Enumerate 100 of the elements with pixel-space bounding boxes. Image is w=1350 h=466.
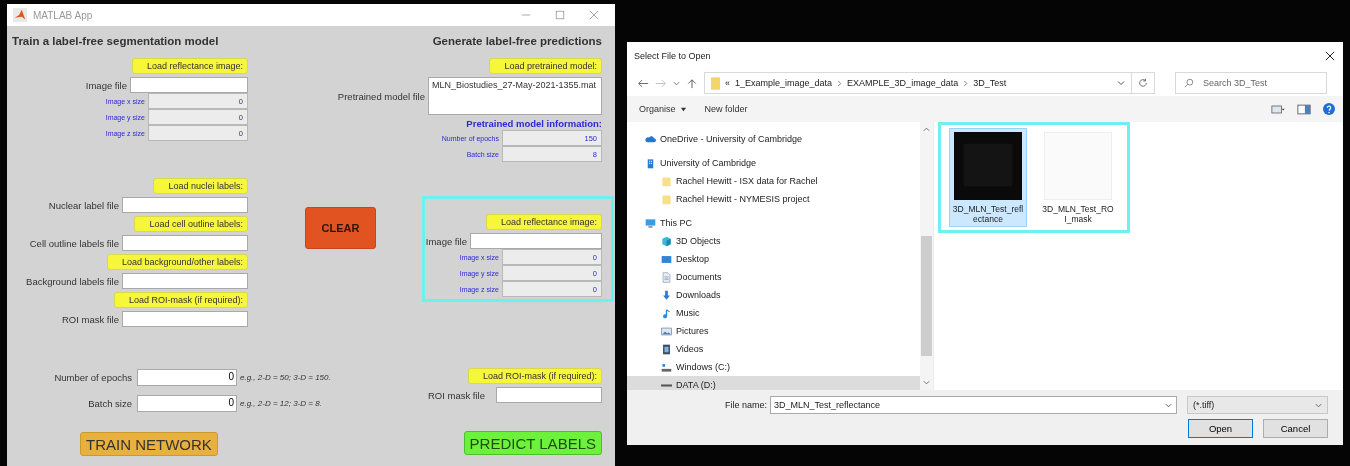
scroll-down-icon[interactable] [923, 380, 930, 386]
file-item[interactable]: 3D_MLN_Test_reflectance [949, 128, 1027, 228]
load-image-button[interactable]: Load reflectance image: [485, 214, 602, 230]
train-network-button[interactable]: TRAIN NETWORK [80, 432, 218, 456]
document-icon [661, 271, 672, 283]
up-arrow-icon[interactable] [686, 77, 698, 89]
forward-arrow-icon[interactable] [655, 77, 667, 89]
music-note-icon [661, 307, 672, 319]
input-field[interactable] [122, 235, 248, 251]
folder-icon [711, 76, 720, 90]
breadcrumb[interactable]: 1_Example_image_data [735, 78, 833, 88]
file-name-field[interactable]: 3D_MLN_Test_reflectance [770, 396, 1178, 414]
navigation-item[interactable]: DATA (D:) [627, 376, 920, 390]
refresh-button[interactable] [1131, 72, 1155, 94]
breadcrumb[interactable]: EXAMPLE_3D_image_data [847, 78, 959, 88]
navigation-item[interactable]: Desktop [627, 250, 920, 268]
number-field[interactable]: 0 [137, 369, 237, 386]
panel-title: Generate label-free predictions [431, 35, 603, 49]
field-label: Image file [425, 235, 467, 247]
navigation-item[interactable]: Rachel Hewitt - NYMESIS project [627, 190, 920, 208]
text-area[interactable]: MLN_Biostudies_27-May-2021-1355.mat [428, 77, 602, 115]
folder-icon [661, 175, 672, 187]
scroll-up-icon[interactable] [923, 126, 930, 132]
load-labels-button[interactable]: Load cell outline labels: [134, 216, 248, 232]
maximize-icon[interactable] [555, 10, 565, 20]
caret-icon [679, 105, 687, 113]
navigation-item[interactable]: Rachel Hewitt - ISX data for Rachel [627, 172, 920, 190]
load-model-button[interactable]: Load pretrained model: [489, 58, 602, 74]
file-item[interactable]: 3D_MLN_Test_ROI_mask [1039, 128, 1117, 228]
chevron-down-icon[interactable] [673, 79, 680, 87]
breadcrumb[interactable]: 3D_Test [973, 78, 1007, 88]
input-field[interactable] [122, 273, 248, 289]
navigation-item[interactable]: 3D Objects [627, 232, 920, 250]
navigation-item[interactable]: OneDrive - University of Cambridge [627, 130, 920, 148]
field-label: Cell outline labels file [29, 237, 119, 249]
load-labels-button[interactable]: Load ROI-mask (if required): [113, 292, 248, 308]
field-label: Pretrained model file [337, 90, 425, 102]
field-label: ROI mask file [62, 313, 119, 325]
pictures-icon [661, 325, 672, 337]
hint-text: e.g., 2-D = 50; 3-D = 150. [240, 373, 331, 382]
navigation-item[interactable]: Pictures [627, 322, 920, 340]
clear-button[interactable]: CLEAR [305, 207, 376, 249]
input-field[interactable] [122, 311, 248, 327]
window-title: MATLAB App [33, 9, 93, 21]
search-field[interactable]: Search 3D_Test [1175, 72, 1327, 94]
organise-menu-button[interactable]: Organise [637, 102, 689, 116]
dialog-title: Select File to Open [634, 51, 711, 61]
dark-image-thumbnail [954, 132, 1022, 200]
back-arrow-icon[interactable] [637, 77, 649, 89]
overflow-chevrons[interactable]: « [725, 78, 730, 88]
navigation-item[interactable]: Documents [627, 268, 920, 286]
input-field[interactable] [496, 387, 602, 403]
field-label: Image file [85, 79, 127, 91]
new-folder-button[interactable]: New folder [702, 102, 750, 116]
predict-labels-button[interactable]: PREDICT LABELS [463, 431, 602, 455]
navigation-item[interactable]: Music [627, 304, 920, 322]
load-labels-button[interactable]: Load background/other labels: [106, 254, 248, 270]
chevron-down-icon [1315, 401, 1323, 409]
load-roi-button[interactable]: Load ROI-mask (if required): [467, 368, 602, 384]
search-icon [1184, 78, 1194, 88]
navigation-item[interactable]: Downloads [627, 286, 920, 304]
number-field[interactable]: 0 [137, 395, 237, 412]
input-field[interactable] [122, 197, 248, 213]
computer-icon [645, 217, 656, 229]
building-icon [645, 157, 656, 169]
navigation-item[interactable]: Windows (C:) [627, 358, 920, 376]
input-field[interactable] [130, 77, 248, 93]
drive-icon [661, 383, 672, 387]
address-bar[interactable]: « 1_Example_image_data EXAMPLE_3D_image_data 3D_Test [704, 72, 1132, 94]
file-type-dropdown[interactable]: (*.tiff) [1187, 396, 1329, 414]
film-icon [661, 343, 672, 355]
load-labels-button[interactable]: Load nuclei labels: [153, 178, 248, 194]
input-field[interactable] [470, 233, 602, 249]
navigation-item[interactable]: University of Cambridge [627, 154, 920, 172]
chevron-right-icon [963, 79, 969, 87]
close-icon[interactable] [1325, 51, 1335, 61]
drive-icon [661, 361, 672, 373]
chevron-down-icon [1165, 401, 1173, 409]
navigation-item[interactable]: This PC [627, 214, 920, 232]
load-image-button[interactable]: Load reflectance image: [131, 58, 248, 74]
field-label: Batch size [87, 398, 133, 409]
navigation-item[interactable]: Videos [627, 340, 920, 358]
download-icon [661, 289, 672, 301]
chevron-right-icon [837, 79, 843, 87]
field-label: Number of epochs [53, 372, 133, 383]
field-label: ROI mask file [428, 389, 485, 401]
field-label: Background labels file [26, 275, 119, 287]
panel-title: Train a label-free segmentation model [12, 35, 220, 49]
hint-text: e.g., 2-D = 12; 3-D = 8. [240, 399, 322, 408]
help-icon[interactable] [1323, 103, 1335, 115]
open-button[interactable]: Open [1188, 419, 1253, 438]
chevron-down-icon[interactable] [1117, 79, 1125, 87]
view-options-icon[interactable] [1271, 103, 1285, 115]
section-heading: Pretrained model information: [465, 118, 603, 131]
field-label: Nuclear label file [48, 199, 119, 211]
preview-pane-icon[interactable] [1297, 103, 1311, 115]
scrollbar[interactable] [920, 122, 933, 390]
app-logo-icon [13, 8, 27, 22]
cancel-button[interactable]: Cancel [1263, 419, 1328, 438]
folder-icon [661, 193, 672, 205]
